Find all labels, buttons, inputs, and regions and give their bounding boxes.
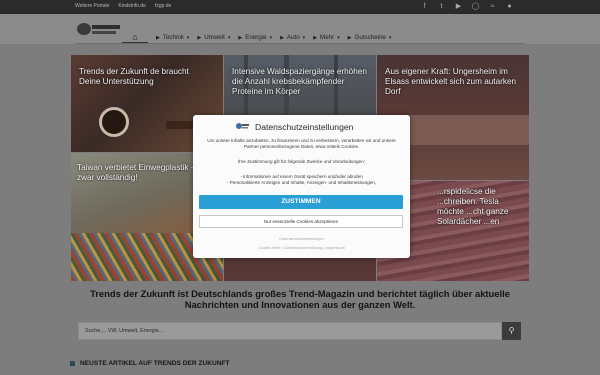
social-links: f t ▶ ◯ ≈ ●	[420, 2, 514, 11]
consent-dialog: Datenschutzeinstellungen Um unsere Inhal…	[193, 115, 410, 258]
tile-caption: Intensive Waldspaziergänge erhöhen die A…	[232, 67, 367, 96]
chevron-down-icon: ▾	[302, 34, 306, 41]
chevron-down-icon: ▾	[388, 34, 392, 41]
privacy-settings-link[interactable]: Datenschutzeinstellungen	[200, 236, 403, 241]
search-placeholder: Suche,... VW, Umwelt, Energie...	[85, 328, 164, 334]
chevron-down-icon: ▾	[227, 34, 231, 41]
site-logo	[236, 123, 249, 129]
facebook-icon[interactable]: f	[420, 2, 429, 11]
nav-item-mehr[interactable]: ▶ Mehr ▾	[313, 34, 339, 41]
chevron-down-icon: ▾	[186, 34, 190, 41]
chevron-down-icon: ▾	[269, 34, 273, 41]
consent-title: Datenschutzeinstellungen	[255, 122, 354, 132]
chevron-right-icon: ▶	[313, 34, 318, 41]
portal-link[interactable]: fzgp.de	[155, 3, 171, 9]
consent-intro: Um unsere Inhalte anzubieten, zu finanzi…	[207, 138, 396, 149]
tile-caption: Aus eigener Kraft: Ungersheim im Elsass …	[385, 67, 517, 96]
instagram-icon[interactable]: ◯	[471, 2, 480, 11]
search-button[interactable]: ⚲	[502, 322, 521, 340]
nav-divider	[75, 43, 525, 44]
youtube-icon[interactable]: ▶	[454, 2, 463, 11]
chevron-right-icon: ▶	[156, 34, 160, 41]
consent-footer-links[interactable]: Cookie-Hilfen | Datenschutzerklärung | I…	[200, 245, 403, 250]
section-marker	[70, 361, 75, 366]
nav-item-umwelt[interactable]: ▶ Umwelt ▾	[197, 34, 230, 41]
top-bar: Weitere Portale Kindsinfo.de fzgp.de f t…	[0, 0, 600, 14]
portal-link[interactable]: Weitere Portale	[75, 3, 109, 9]
consent-purposes-heading: Ihre Zustimmung gilt für folgende Zwecke…	[238, 159, 365, 164]
nav-item-energie[interactable]: ▶ Energie ▾	[238, 34, 272, 41]
site-header: ⌂ ▶ Technik ▾ ▶ Umwelt ▾ ▶ Energie ▾ ▶ Auto ▾ ▶ M…	[0, 14, 600, 44]
consent-purpose: - Personalisierte Anzeigen und Inhalte, …	[226, 180, 377, 185]
nav-item-technik[interactable]: ▶ Technik ▾	[156, 34, 189, 41]
portal-links: Weitere Portale Kindsinfo.de fzgp.de	[75, 3, 171, 9]
search-icon: ⚲	[508, 326, 515, 335]
twitter-icon[interactable]: t	[437, 2, 446, 11]
tile-caption: Trends der Zukunft de braucht Deine Unte…	[79, 67, 189, 86]
chevron-right-icon: ▶	[347, 34, 352, 41]
chevron-right-icon: ▶	[280, 34, 284, 41]
nav-item-gutscheine[interactable]: ▶ Gutscheine ▾	[348, 34, 392, 41]
portal-link[interactable]: Kindsinfo.de	[118, 3, 146, 9]
nav-item-auto[interactable]: ▶ Auto ▾	[280, 34, 305, 41]
rss-icon[interactable]: ≈	[488, 2, 497, 11]
search-input[interactable]: Suche,... VW, Umwelt, Energie...	[78, 322, 502, 340]
chevron-right-icon: ▶	[238, 34, 243, 41]
tile-caption: ...rspidelicse die ...chreiben. Tesla mö…	[437, 187, 509, 226]
chevron-right-icon: ▶	[197, 34, 202, 41]
section-title: NEUSTE ARTIKEL AUF TRENDS DER ZUKUNFT	[80, 360, 230, 367]
section-heading: NEUSTE ARTIKEL AUF TRENDS DER ZUKUNFT	[70, 360, 230, 367]
essential-cookies-button[interactable]: Nur essenzielle Cookies akzeptieren	[199, 215, 403, 228]
site-tagline: Trends der Zukunft ist Deutschlands groß…	[90, 288, 510, 310]
chevron-down-icon: ▾	[337, 34, 340, 41]
accept-button[interactable]: ZUSTIMMEN	[199, 195, 403, 209]
user-icon[interactable]: ●	[505, 2, 514, 11]
site-logo[interactable]	[74, 18, 122, 40]
